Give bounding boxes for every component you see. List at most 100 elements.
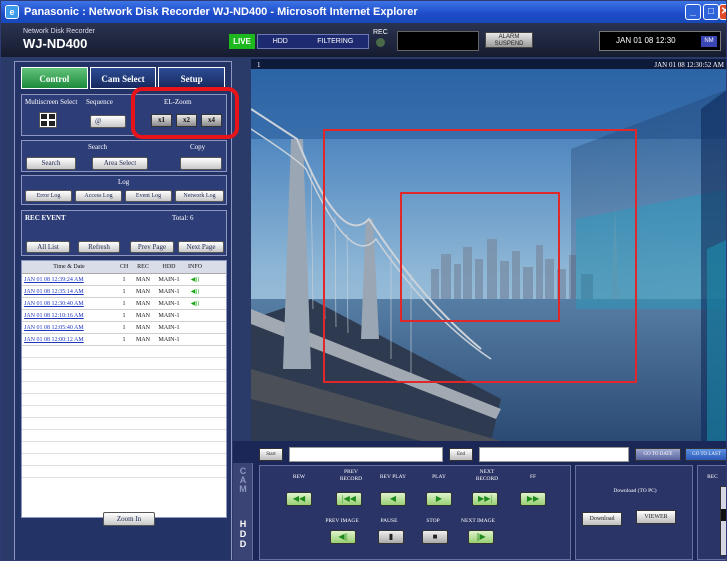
tab-control[interactable]: Control [21, 67, 88, 89]
tab-cam-select[interactable]: Cam Select [89, 67, 157, 89]
empty-row [22, 406, 226, 418]
table-row[interactable]: JAN 01 08 12:00:12 AM 1 MAN MAIN-1 [22, 334, 226, 346]
download-title: Download (TO PC) [613, 488, 657, 494]
multiscreen-label: Multiscreen Select [25, 98, 78, 106]
row-info [184, 334, 206, 346]
tab-setup[interactable]: Setup [158, 67, 226, 89]
audio-icon: ◀)) [190, 289, 200, 295]
rec-event-section: REC EVENT Total: 6 All List Refresh Prev… [21, 210, 227, 256]
playback-panel: Start End GO TO DATE GO TO LAST CAM HDD … [233, 441, 726, 560]
search-section: Search Copy Search Area Select [21, 140, 227, 172]
table-row[interactable]: JAN 01 08 12:35:14 AM 1 MAN MAIN-1 ◀)) [22, 286, 226, 298]
camera-viewer[interactable]: 1 JAN 01 08 12:30:52 AM [251, 59, 726, 441]
maximize-button[interactable]: □ [703, 4, 719, 20]
stop-button[interactable]: ■ [422, 530, 448, 544]
row-datetime-link[interactable]: JAN 01 08 12:30:40 AM [22, 298, 116, 310]
row-datetime-link[interactable]: JAN 01 08 12:39:24 AM [22, 274, 116, 286]
row-rec: MAN [135, 313, 150, 319]
empty-row [22, 370, 226, 382]
product-subtitle: Network Disk Recorder [23, 28, 95, 35]
quad-screen-icon [41, 114, 55, 126]
row-datetime-link[interactable]: JAN 01 08 12:35:14 AM [22, 286, 116, 298]
row-rec: MAN [135, 277, 150, 283]
table-row[interactable]: JAN 01 08 12:10:16 AM 1 MAN MAIN-1 [22, 310, 226, 322]
pause-button[interactable]: ▮ [378, 530, 404, 544]
prev-image-label: PREV IMAGE [325, 518, 359, 524]
row-rec: MAN [135, 337, 150, 343]
empty-row [22, 418, 226, 430]
search-button[interactable]: Search [26, 157, 76, 170]
next-page-button[interactable]: Next Page [178, 241, 224, 253]
table-row[interactable]: JAN 01 08 12:39:24 AM 1 MAN MAIN-1 ◀)) [22, 274, 226, 286]
rec-panel: REC [697, 465, 726, 560]
download-button[interactable]: Download [582, 512, 622, 526]
access-log-button[interactable]: Access Log [75, 190, 122, 202]
table-row[interactable]: JAN 01 08 12:30:40 AM 1 MAN MAIN-1 ◀)) [22, 298, 226, 310]
empty-row [22, 358, 226, 370]
row-hdd: MAIN-1 [158, 277, 180, 283]
zoom-in-button[interactable]: Zoom In [103, 512, 155, 526]
end-time-field[interactable] [479, 447, 629, 462]
prev-page-button[interactable]: Prev Page [130, 241, 174, 253]
multiscreen-button[interactable] [39, 112, 57, 128]
prev-image-button[interactable]: ◀|| [330, 530, 356, 544]
ff-button[interactable]: ▶▶ [520, 492, 546, 506]
rec-scrollbar[interactable] [720, 486, 726, 556]
window-title: Panasonic : Network Disk Recorder WJ-ND4… [24, 6, 418, 18]
zoom-inner-frame[interactable] [400, 192, 560, 322]
next-record-button[interactable]: ▶▶| [472, 492, 498, 506]
rec-lamp-icon [375, 38, 385, 47]
end-button[interactable]: End [449, 448, 473, 461]
row-ch: 1 [122, 277, 126, 283]
row-hdd: MAIN-1 [158, 313, 180, 319]
elzoom-highlight [131, 87, 239, 139]
cam-hdd-switch[interactable]: CAM HDD [233, 463, 253, 560]
go-to-last-button[interactable]: GO TO LAST [685, 448, 726, 461]
rew-label: REW [292, 474, 306, 480]
start-button[interactable]: Start [259, 448, 283, 461]
start-time-field[interactable] [289, 447, 443, 462]
row-rec: MAN [135, 325, 150, 331]
scroll-thumb[interactable] [721, 509, 726, 521]
rev-play-button[interactable]: ◀ [380, 492, 406, 506]
next-record-label: NEXT RECORD [475, 469, 499, 482]
area-select-button[interactable]: Area Select [92, 157, 148, 170]
alarm-suspend-button[interactable]: ALARM SUSPEND [485, 32, 533, 48]
row-info [184, 310, 206, 322]
refresh-button[interactable]: Refresh [78, 241, 120, 253]
all-list-button[interactable]: All List [26, 241, 70, 253]
network-log-button[interactable]: Network Log [175, 190, 224, 202]
event-log-button[interactable]: Event Log [125, 190, 172, 202]
rec-label: REC [373, 29, 388, 36]
table-row[interactable]: JAN 01 08 12:05:40 AM 1 MAN MAIN-1 [22, 322, 226, 334]
row-ch: 1 [122, 313, 126, 319]
status-display [397, 31, 479, 51]
row-datetime-link[interactable]: JAN 01 08 12:05:40 AM [22, 322, 116, 334]
row-rec: MAN [135, 289, 150, 295]
live-indicator: LIVE [229, 34, 255, 49]
minimize-button[interactable]: _ [685, 4, 701, 20]
clock-badge: NM [701, 36, 717, 47]
panel-tabs: Control Cam Select Setup [21, 67, 227, 89]
row-datetime-link[interactable]: JAN 01 08 12:00:12 AM [22, 334, 116, 346]
sequence-button[interactable]: @ [90, 115, 126, 128]
empty-row [22, 394, 226, 406]
empty-row [22, 442, 226, 454]
row-hdd: MAIN-1 [158, 301, 180, 307]
browser-window: e Panasonic : Network Disk Recorder WJ-N… [0, 0, 727, 561]
rew-button[interactable]: ◀◀ [286, 492, 312, 506]
copy-button[interactable] [180, 157, 222, 170]
close-button[interactable]: ✕ [719, 4, 726, 20]
total-count: Total: 6 [172, 214, 194, 222]
error-log-button[interactable]: Error Log [25, 190, 72, 202]
row-hdd: MAIN-1 [158, 325, 180, 331]
next-image-button[interactable]: ||▶ [468, 530, 494, 544]
rec-event-table: Time & Date CH REC HDD INFO JAN 01 08 12… [21, 260, 227, 518]
row-datetime-link[interactable]: JAN 01 08 12:10:16 AM [22, 310, 116, 322]
prev-record-button[interactable]: |◀◀ [336, 492, 362, 506]
recorder-header: Network Disk Recorder WJ-ND400 LIVE HDD … [1, 23, 726, 57]
viewer-button[interactable]: VIEWER [636, 510, 676, 524]
play-button[interactable]: ▶ [426, 492, 452, 506]
go-to-date-button[interactable]: GO TO DATE [635, 448, 681, 461]
rec-indicator: REC [373, 29, 388, 47]
